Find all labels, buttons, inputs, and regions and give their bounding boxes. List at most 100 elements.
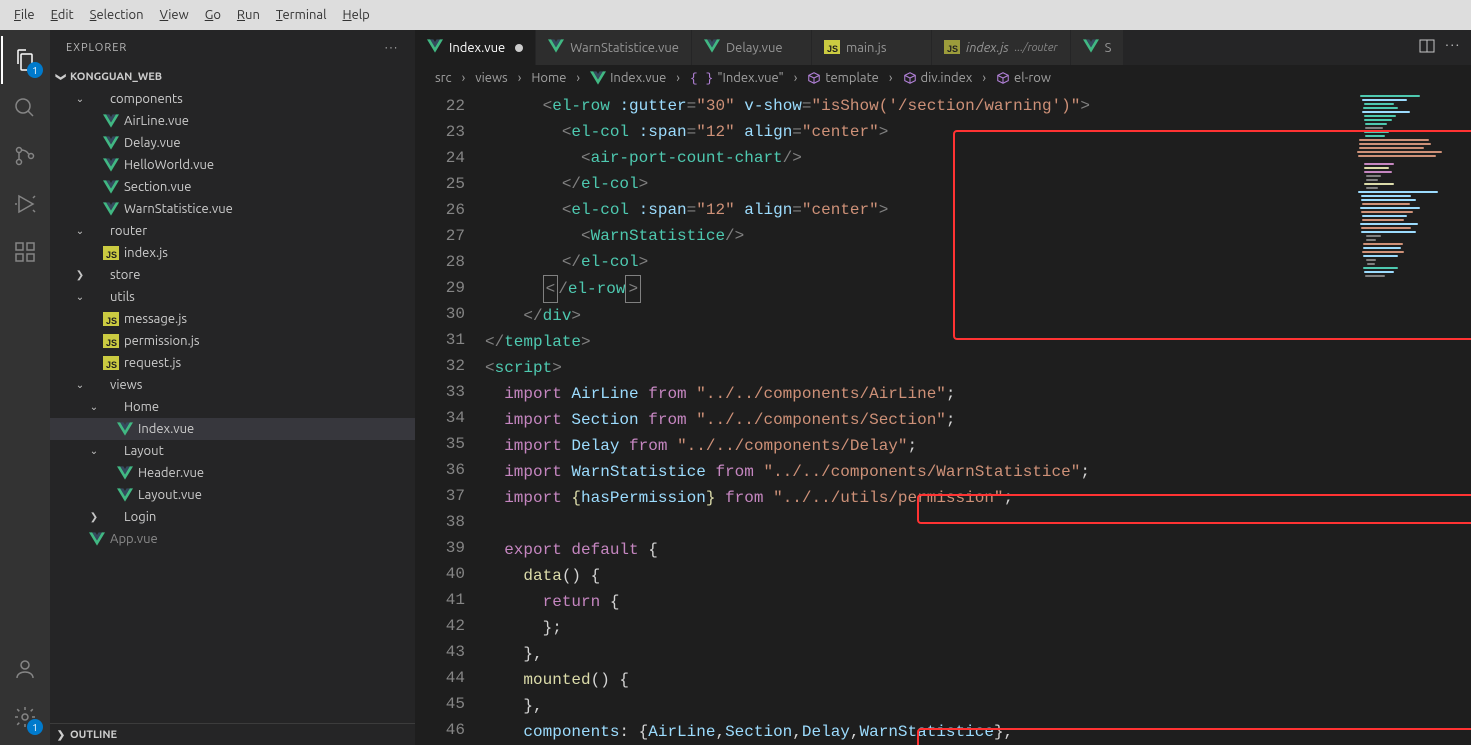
project-section-header[interactable]: KONGGUAN_WEB [50, 66, 415, 88]
folder-home[interactable]: ⌄Home [50, 396, 415, 418]
js-icon: JS [102, 244, 120, 262]
line-number: 43 [415, 639, 465, 665]
breadcrumb-views[interactable]: views [475, 71, 507, 85]
tab-label: Index.vue [449, 41, 505, 55]
tree-label: index.js [124, 246, 168, 260]
folder-views[interactable]: ⌄views [50, 374, 415, 396]
code-line: </el-col> [485, 249, 1351, 275]
breadcrumb-index-vue[interactable]: Index.vue [590, 71, 666, 85]
tab-warnstatistice-vue[interactable]: WarnStatistice.vue [536, 30, 692, 65]
breadcrumb-template[interactable]: template [807, 71, 878, 85]
file-app.vue[interactable]: App.vue [50, 528, 415, 550]
folder-login[interactable]: ❯Login [50, 506, 415, 528]
vue-icon [102, 178, 120, 196]
split-editor-icon[interactable] [1419, 38, 1435, 57]
menu-go[interactable]: Go [197, 8, 229, 22]
minimap[interactable] [1351, 91, 1471, 745]
js-icon: JS [944, 40, 960, 55]
file-request.js[interactable]: JSrequest.js [50, 352, 415, 374]
file-index.vue[interactable]: Index.vue [50, 418, 415, 440]
code-line: </el-row> [485, 275, 1351, 303]
breadcrumbs[interactable]: src views Home Index.vue { }"Index.vue" templ… [415, 65, 1471, 91]
code-line: export default { [485, 537, 1351, 563]
vue-icon [116, 464, 134, 482]
source-control-icon[interactable] [1, 132, 49, 180]
vue-icon [704, 39, 720, 56]
vue-icon [102, 200, 120, 218]
folder-icon [88, 266, 106, 284]
breadcrumb--index-vue-[interactable]: { }"Index.vue" [690, 71, 784, 86]
menu-selection[interactable]: Selection [82, 8, 152, 22]
file-delay.vue[interactable]: Delay.vue [50, 132, 415, 154]
more-actions-icon[interactable]: ··· [1445, 38, 1461, 57]
vue-icon [102, 134, 120, 152]
breadcrumb-src[interactable]: src [435, 71, 452, 85]
line-number: 28 [415, 249, 465, 275]
menu-file[interactable]: File [6, 8, 43, 22]
tab-s[interactable]: S [1071, 30, 1125, 65]
search-icon[interactable] [1, 84, 49, 132]
run-debug-icon[interactable] [1, 180, 49, 228]
file-index.js[interactable]: JS index.js [50, 242, 415, 264]
tree-label: Login [124, 510, 156, 524]
file-warnstatistice.vue[interactable]: WarnStatistice.vue [50, 198, 415, 220]
file-header.vue[interactable]: Header.vue [50, 462, 415, 484]
tree-label: Section.vue [124, 180, 191, 194]
menu-help[interactable]: Help [335, 8, 378, 22]
line-number: 25 [415, 171, 465, 197]
file-helloworld.vue[interactable]: HelloWorld.vue [50, 154, 415, 176]
code-line [485, 511, 1351, 537]
menubar: FileEditSelectionViewGoRunTerminalHelp [0, 0, 1471, 30]
folder-utils[interactable]: ⌄utils [50, 286, 415, 308]
file-permission.js[interactable]: JSpermission.js [50, 330, 415, 352]
explorer-icon[interactable]: 1 [1, 36, 49, 84]
breadcrumb-div-index[interactable]: div.index [903, 71, 973, 85]
tab-main-js[interactable]: JSmain.js [812, 30, 932, 65]
line-number: 30 [415, 301, 465, 327]
menu-view[interactable]: View [152, 8, 197, 22]
tab-index-vue[interactable]: Index.vue [415, 30, 536, 65]
extensions-icon[interactable] [1, 228, 49, 276]
code-line: return { [485, 589, 1351, 615]
code-line: data() { [485, 563, 1351, 589]
folder-router[interactable]: ⌄router [50, 220, 415, 242]
tree-label: Index.vue [138, 422, 194, 436]
vue-icon [116, 420, 134, 438]
folder-icon [88, 90, 106, 108]
code-line: <el-col :span="12" align="center"> [485, 197, 1351, 223]
folder-icon [88, 222, 106, 240]
breadcrumb-home[interactable]: Home [531, 71, 566, 85]
menu-edit[interactable]: Edit [43, 8, 82, 22]
vue-icon [1083, 39, 1099, 56]
outline-section-header[interactable]: OUTLINE [50, 723, 415, 745]
menu-terminal[interactable]: Terminal [268, 8, 335, 22]
file-message.js[interactable]: JSmessage.js [50, 308, 415, 330]
folder-layout[interactable]: ⌄Layout [50, 440, 415, 462]
menu-run[interactable]: Run [229, 8, 268, 22]
vue-icon [548, 39, 564, 56]
settings-gear-icon[interactable]: 1 [1, 693, 49, 741]
sidebar-more-icon[interactable]: ··· [385, 42, 399, 54]
file-tree: ⌄componentsAirLine.vueDelay.vueHelloWorl… [50, 88, 415, 723]
code-line: </div> [485, 303, 1351, 329]
folder-icon [102, 442, 120, 460]
code-line: import AirLine from "../../components/Ai… [485, 381, 1351, 407]
folder-store[interactable]: ❯store [50, 264, 415, 286]
file-airline.vue[interactable]: AirLine.vue [50, 110, 415, 132]
line-number: 46 [415, 717, 465, 743]
code-line: }, [485, 693, 1351, 719]
tab-label: S [1105, 41, 1112, 55]
code-content[interactable]: <el-row :gutter="30" v-show="isShow('/se… [485, 91, 1351, 745]
code-line: <el-row :gutter="30" v-show="isShow('/se… [485, 93, 1351, 119]
tree-label: request.js [124, 356, 181, 370]
line-number: 44 [415, 665, 465, 691]
tree-label: message.js [124, 312, 187, 326]
file-layout.vue[interactable]: Layout.vue [50, 484, 415, 506]
breadcrumb-el-row[interactable]: el-row [996, 71, 1051, 85]
file-section.vue[interactable]: Section.vue [50, 176, 415, 198]
tab-delay-vue[interactable]: Delay.vue [692, 30, 812, 65]
tab-index-js[interactable]: JSindex.js.../router [932, 30, 1071, 65]
accounts-icon[interactable] [1, 645, 49, 693]
folder-components[interactable]: ⌄components [50, 88, 415, 110]
code-line: import WarnStatistice from "../../compon… [485, 459, 1351, 485]
